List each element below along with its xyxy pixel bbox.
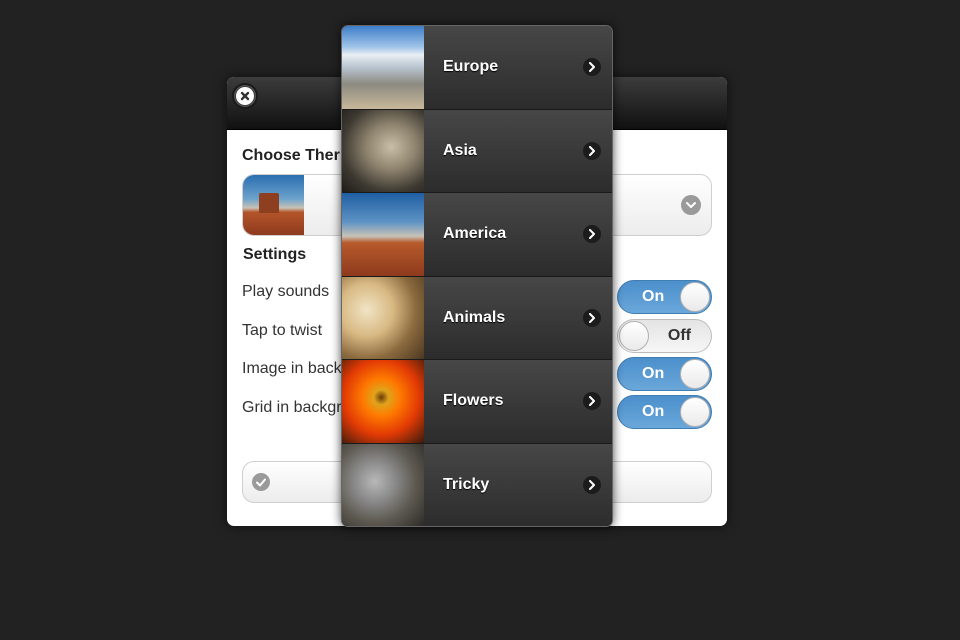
tricky-thumbnail xyxy=(342,443,424,526)
settings-title: Settings xyxy=(243,246,307,263)
asia-thumbnail xyxy=(342,109,424,192)
chevron-right-icon xyxy=(583,392,601,411)
america-thumbnail xyxy=(342,193,424,276)
toggle-state: On xyxy=(642,288,665,305)
tap-to-twist-toggle[interactable]: Off xyxy=(617,319,712,353)
close-icon xyxy=(236,87,254,105)
menu-item-label: America xyxy=(443,225,507,243)
toggle-state: On xyxy=(642,365,665,382)
theme-section-title: Choose Ther xyxy=(242,147,340,164)
menu-item-asia[interactable]: Asia xyxy=(342,109,612,193)
setting-label-grid-in-background: Grid in backgr xyxy=(242,399,342,416)
animals-thumbnail xyxy=(342,276,424,359)
menu-item-label: Flowers xyxy=(443,392,504,410)
close-button[interactable] xyxy=(232,83,258,109)
chevron-right-icon xyxy=(583,58,601,77)
america-thumbnail xyxy=(243,175,304,235)
chevron-right-icon xyxy=(583,225,601,244)
theme-menu: Europe Asia America Animals Flowers Tric… xyxy=(341,25,613,527)
screen: Choose Ther Settings Play sounds On Tap … xyxy=(0,0,960,640)
image-in-background-toggle[interactable]: On xyxy=(617,357,712,391)
menu-item-europe[interactable]: Europe xyxy=(342,26,612,110)
menu-item-label: Europe xyxy=(443,58,499,76)
play-sounds-toggle[interactable]: On xyxy=(617,280,712,314)
toggle-knob xyxy=(619,321,649,351)
menu-item-tricky[interactable]: Tricky xyxy=(342,443,612,526)
toggle-state: On xyxy=(642,403,665,420)
chevron-right-icon xyxy=(583,141,601,160)
setting-label-image-in-background: Image in backg xyxy=(242,360,351,377)
menu-item-label: Animals xyxy=(443,308,506,326)
menu-item-label: Asia xyxy=(443,141,477,159)
toggle-state: Off xyxy=(667,327,691,344)
europe-thumbnail xyxy=(342,26,424,109)
setting-label-play-sounds: Play sounds xyxy=(242,283,330,300)
chevron-right-icon xyxy=(583,476,601,495)
grid-in-background-toggle[interactable]: On xyxy=(617,395,712,429)
flowers-thumbnail xyxy=(342,360,424,443)
setting-label-tap-to-twist: Tap to twist xyxy=(242,322,323,339)
menu-item-flowers[interactable]: Flowers xyxy=(342,360,612,444)
toggle-knob xyxy=(680,359,710,389)
menu-item-america[interactable]: America xyxy=(342,193,612,277)
chevron-down-icon xyxy=(681,195,701,215)
toggle-knob xyxy=(680,282,710,312)
menu-item-animals[interactable]: Animals xyxy=(342,276,612,360)
check-icon xyxy=(252,473,270,491)
menu-item-label: Tricky xyxy=(443,476,490,494)
chevron-right-icon xyxy=(583,308,601,327)
toggle-knob xyxy=(680,397,710,427)
